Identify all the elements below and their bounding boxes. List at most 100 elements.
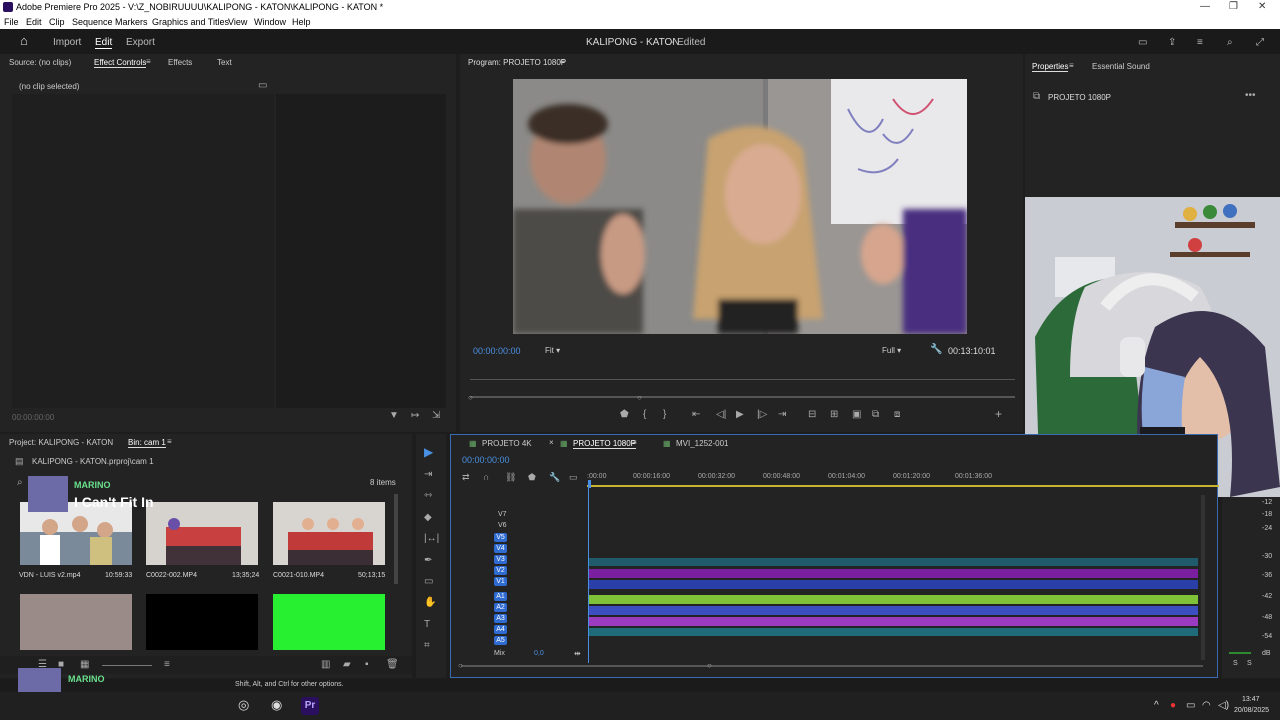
nest-icon[interactable]: ⇄ <box>462 472 470 482</box>
export-tab[interactable]: Export <box>126 37 155 48</box>
tab-project[interactable]: Project: KALIPONG - KATON <box>9 438 113 447</box>
extract-icon[interactable]: ⊞ <box>830 410 838 420</box>
video-clip-v3[interactable] <box>588 558 1198 566</box>
tab-bin[interactable]: Bin: cam 1 <box>128 438 166 448</box>
bin-menu-icon[interactable]: ≡ <box>167 437 172 446</box>
wifi-icon[interactable]: ◠ <box>1202 701 1211 711</box>
selection-tool-icon[interactable]: ▶ <box>424 446 433 458</box>
razor-icon[interactable]: ◆ <box>424 513 432 523</box>
menu-view[interactable]: View <box>228 17 247 27</box>
quality-dropdown[interactable]: Full ▾ <box>882 346 901 355</box>
clip-thumbnail[interactable] <box>273 502 385 565</box>
clock-date[interactable]: 20/08/2025 <box>1234 707 1269 714</box>
menu-help[interactable]: Help <box>292 17 311 27</box>
hand-icon[interactable]: ✋ <box>424 598 436 608</box>
track-a3-label[interactable]: A3 <box>494 614 507 623</box>
close-tab-icon[interactable]: × <box>549 438 554 447</box>
more-options-icon[interactable]: ••• <box>1245 91 1256 101</box>
edit-tab[interactable]: Edit <box>95 37 113 49</box>
wrench-icon[interactable]: 🔧 <box>930 345 942 355</box>
volume-icon[interactable]: ◁) <box>1218 701 1229 711</box>
mix-jump-icon[interactable]: ⇹ <box>574 649 581 658</box>
video-clip-v1[interactable] <box>588 580 1198 589</box>
timeline-vscroll[interactable] <box>1201 495 1205 660</box>
panel-toggle-icon[interactable]: ▭ <box>258 81 267 91</box>
tab-effects[interactable]: Effects <box>168 58 192 67</box>
tab-properties[interactable]: Properties <box>1032 62 1069 72</box>
menu-window[interactable]: Window <box>254 17 286 27</box>
audio-clip-a2[interactable] <box>588 606 1198 615</box>
program-ruler[interactable] <box>470 365 1015 380</box>
menu-edit[interactable]: Edit <box>26 17 42 27</box>
step-back-icon[interactable]: ◁| <box>716 410 726 420</box>
mark-out-icon[interactable]: } <box>663 410 666 420</box>
properties-menu-icon[interactable]: ≡ <box>1069 61 1074 70</box>
menu-graphics[interactable]: Graphics and Titles <box>152 17 229 27</box>
captions-icon[interactable]: ▭ <box>569 472 578 482</box>
work-area-bar[interactable] <box>587 485 1219 487</box>
rectangle-icon[interactable]: ▭ <box>424 577 433 587</box>
workspaces-icon[interactable]: ▭ <box>1138 37 1147 48</box>
scroll-handle-left[interactable]: ○ <box>468 393 473 403</box>
search-icon[interactable]: ⌕ <box>1227 37 1233 48</box>
play-icon[interactable]: ▶ <box>736 410 744 420</box>
slip-icon[interactable]: |↔| <box>424 534 439 544</box>
share-icon[interactable]: ⇪ <box>1168 37 1176 48</box>
solo-button-right[interactable]: S <box>1247 660 1252 667</box>
menu-sequence[interactable]: Sequence <box>72 17 113 27</box>
link-icon[interactable]: ⇲ <box>432 411 440 421</box>
menu-file[interactable]: File <box>4 17 19 27</box>
home-icon[interactable]: ⌂ <box>20 33 28 48</box>
tab-mvi[interactable]: MVI_1252-001 <box>676 439 728 448</box>
project-scrollbar[interactable] <box>394 494 398 584</box>
audio-clip-a3[interactable] <box>588 617 1198 626</box>
audio-clip-a1[interactable] <box>588 595 1198 604</box>
track-a5-label[interactable]: A5 <box>494 636 507 645</box>
record-icon[interactable]: ● <box>1170 701 1176 711</box>
track-v4-label[interactable]: V4 <box>494 544 507 553</box>
obs-icon[interactable]: ◎ <box>238 698 249 711</box>
track-v7-label[interactable]: V7 <box>498 511 514 521</box>
add-marker-icon[interactable]: ⬟ <box>620 410 629 420</box>
new-item-icon[interactable]: ▪ <box>365 660 369 670</box>
track-select-icon[interactable]: ⇥ <box>424 470 432 480</box>
timeline-ruler[interactable]: :00:00 00:00:16:00 00:00:32:00 00:00:48:… <box>587 469 1219 489</box>
tray-chevron-icon[interactable]: ^ <box>1154 701 1159 711</box>
premiere-taskbar-icon[interactable]: Pr <box>301 697 319 715</box>
go-to-in-icon[interactable]: ⇤ <box>692 410 700 420</box>
panel-menu-icon[interactable]: ≡ <box>146 57 151 66</box>
clip-thumbnail[interactable] <box>20 594 132 650</box>
track-a1-label[interactable]: A1 <box>494 592 507 601</box>
track-area[interactable] <box>588 485 1198 665</box>
ripple-edit-icon[interactable]: ⇿ <box>424 491 432 501</box>
timeline-scrollbar[interactable] <box>461 665 1203 667</box>
track-v2-label[interactable]: V2 <box>494 566 507 575</box>
filter-icon[interactable]: ▼ <box>389 411 399 421</box>
multicam-icon[interactable]: ⧈ <box>894 410 900 420</box>
thumbnail-size-slider[interactable] <box>102 665 152 666</box>
track-v6-label[interactable]: V6 <box>498 522 514 532</box>
import-tab[interactable]: Import <box>53 37 81 48</box>
track-a4-label[interactable]: A4 <box>494 625 507 634</box>
clip-thumbnail[interactable] <box>273 594 385 650</box>
program-menu-icon[interactable]: ≡ <box>560 57 565 66</box>
pen-icon[interactable]: ✒ <box>424 556 432 566</box>
step-forward-icon[interactable]: |▷ <box>757 410 767 420</box>
add-marker-icon[interactable]: ⬟ <box>528 472 536 482</box>
audio-clip-a4[interactable] <box>588 628 1198 636</box>
timeline-scroll-right[interactable]: ○ <box>707 661 712 671</box>
fit-dropdown[interactable]: Fit ▾ <box>545 346 560 355</box>
mix-value[interactable]: 0,0 <box>534 650 544 657</box>
timeline-scroll-left[interactable]: ○ <box>458 661 463 671</box>
menu-clip[interactable]: Clip <box>49 17 65 27</box>
add-button-icon[interactable]: + <box>995 408 1002 420</box>
solo-button-left[interactable]: S <box>1233 660 1238 667</box>
network-icon[interactable]: ▭ <box>1186 701 1195 711</box>
app-icon[interactable]: ◉ <box>271 698 282 711</box>
track-v5-label[interactable]: V5 <box>494 533 507 542</box>
lift-icon[interactable]: ⊟ <box>808 410 816 420</box>
camera-icon[interactable]: ▣ <box>852 410 861 420</box>
export-frame-icon[interactable]: ↦ <box>411 411 419 421</box>
sort-icon[interactable]: ≡ <box>164 660 170 670</box>
fullscreen-icon[interactable]: ⤢ <box>1256 37 1264 48</box>
